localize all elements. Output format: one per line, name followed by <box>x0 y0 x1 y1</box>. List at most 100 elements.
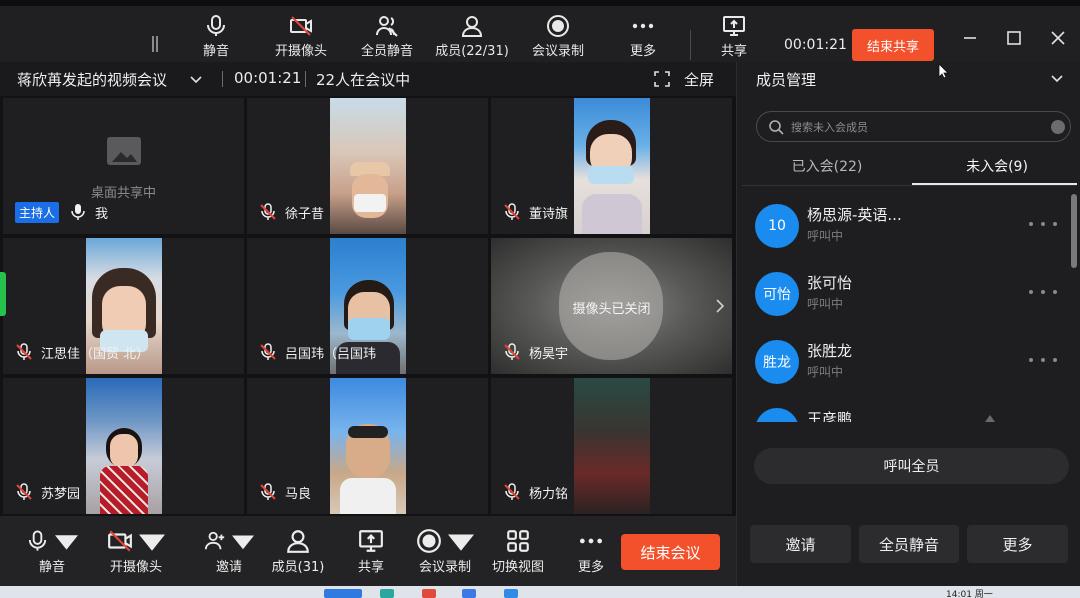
share-button[interactable]: 共享 <box>352 528 390 578</box>
taskbar-clock: 14:01 周一 <box>946 590 993 598</box>
top-share-label: 共享 <box>720 44 747 59</box>
image-placeholder-icon <box>107 137 141 165</box>
member-item[interactable]: 胜龙 张胜龙 呼叫中 <box>737 332 1080 392</box>
top-mute-all-label: 全员静音 <box>360 44 413 59</box>
switch-view-label: 切换视图 <box>491 560 544 575</box>
taskbar-app-icon[interactable] <box>462 589 476 598</box>
camera-off-icon <box>290 16 312 36</box>
tile-label: 吕国玮（吕国玮 <box>259 342 376 362</box>
caret-down-icon[interactable] <box>232 528 254 554</box>
video-grid: 桌面共享中 主持人 我 徐子昔 董诗旗 江思佳（国贸 北） 吕国玮（吕国玮 摄像… <box>0 96 736 516</box>
mic-muted-icon <box>260 483 276 500</box>
panel-title: 成员管理 <box>756 71 817 89</box>
top-mute-button[interactable]: 静音 <box>179 14 253 64</box>
more-label: 更多 <box>577 560 604 575</box>
top-mute-label: 静音 <box>202 44 229 59</box>
search-input[interactable] <box>791 117 1041 137</box>
member-list: 10 杨思源-英语... 呼叫中 可怡 张可怡 呼叫中 胜龙 张胜龙 呼叫中 王… <box>737 192 1080 422</box>
participant-name: 江思佳（国贸 北） <box>41 346 150 362</box>
tile-label: 董诗旗 <box>503 202 568 222</box>
record-icon <box>417 529 441 553</box>
tab-not-joined[interactable]: 未入会(9) <box>912 156 1080 184</box>
minimize-icon[interactable] <box>960 28 980 48</box>
grid-view-icon <box>507 530 529 552</box>
participant-name: 苏梦园 <box>41 486 81 502</box>
top-camera-button[interactable]: 开摄像头 <box>264 14 338 64</box>
chevron-down-icon[interactable] <box>1049 70 1065 86</box>
video-tile[interactable]: 徐子昔 <box>247 98 488 234</box>
member-search-box[interactable] <box>756 111 1071 142</box>
active-tab-indicator <box>912 183 1077 185</box>
fullscreen-button[interactable]: 全屏 <box>684 69 714 90</box>
maximize-icon[interactable] <box>1004 28 1024 48</box>
camera-button[interactable]: 开摄像头 <box>104 528 168 578</box>
top-record-button[interactable]: 会议录制 <box>521 14 595 64</box>
panel-invite-button[interactable]: 邀请 <box>750 525 851 563</box>
record-button[interactable]: 会议录制 <box>414 528 476 578</box>
video-tile[interactable]: 苏梦园 <box>3 378 244 514</box>
panel-more-button[interactable]: 更多 <box>967 525 1068 563</box>
top-share-button[interactable]: 共享 <box>697 14 771 64</box>
member-item[interactable]: 王彦鹏 <box>737 400 1080 422</box>
side-drawer-handle[interactable] <box>0 272 6 316</box>
mute-button[interactable]: 静音 <box>26 528 78 578</box>
member-more-icon[interactable] <box>1029 354 1057 366</box>
tile-label: 徐子昔 <box>259 202 324 222</box>
video-tile-camera-off[interactable]: 摄像头已关闭 杨昊宇 <box>491 238 732 374</box>
more-button[interactable]: 更多 <box>572 528 610 578</box>
members-button[interactable]: 成员(31) <box>270 528 326 578</box>
top-members-button[interactable]: 成员(22/31) <box>435 14 509 64</box>
clear-search-icon[interactable] <box>1051 120 1065 134</box>
caret-down-icon[interactable] <box>139 528 165 554</box>
end-share-button[interactable]: 结束共享 <box>852 29 934 61</box>
taskbar-app-icon[interactable] <box>422 589 436 598</box>
add-user-icon <box>204 531 225 550</box>
member-item[interactable]: 10 杨思源-英语... 呼叫中 <box>737 196 1080 256</box>
member-more-icon[interactable] <box>1029 218 1057 230</box>
screen-sharing-note: 桌面共享中 <box>90 186 156 201</box>
end-meeting-button[interactable]: 结束会议 <box>621 534 720 570</box>
microphone-icon <box>207 15 225 36</box>
mic-muted-icon <box>260 203 276 220</box>
taskbar-app-icon[interactable] <box>324 589 362 598</box>
video-tile[interactable]: 马良 <box>247 378 488 514</box>
call-all-button[interactable]: 呼叫全员 <box>754 448 1069 484</box>
microphone-icon <box>28 530 47 551</box>
participant-name: 董诗旗 <box>529 206 569 222</box>
chevron-down-icon[interactable] <box>188 71 204 87</box>
members-icon <box>461 16 483 37</box>
scroll-up-icon[interactable] <box>985 414 995 422</box>
member-more-icon[interactable] <box>1029 286 1057 298</box>
caret-down-icon[interactable] <box>448 528 474 554</box>
invite-button[interactable]: 邀请 <box>204 528 254 578</box>
video-tile[interactable]: 江思佳（国贸 北） <box>3 238 244 374</box>
caret-down-icon[interactable] <box>55 528 78 554</box>
video-tile[interactable]: 杨力铭 <box>491 378 732 514</box>
member-item[interactable]: 可怡 张可怡 呼叫中 <box>737 264 1080 324</box>
info-separator <box>222 71 223 87</box>
meeting-info-bar: 蒋欣苒发起的视频会议 00:01:21 22人在会议中 全屏 <box>0 62 736 96</box>
member-list-scrollbar[interactable] <box>1071 194 1077 268</box>
drag-handle[interactable] <box>152 36 162 52</box>
member-status: 呼叫中 <box>807 365 844 379</box>
close-icon[interactable] <box>1048 28 1068 48</box>
fullscreen-icon[interactable] <box>654 71 670 87</box>
top-members-label: 成员(22/31) <box>435 44 509 59</box>
video-tile[interactable]: 吕国玮（吕国玮 <box>247 238 488 374</box>
top-record-label: 会议录制 <box>531 44 584 59</box>
meeting-title[interactable]: 蒋欣苒发起的视频会议 <box>17 69 167 90</box>
taskbar-app-icon[interactable] <box>380 589 394 598</box>
top-mute-all-button[interactable]: 全员静音 <box>350 14 424 64</box>
panel-mute-all-button[interactable]: 全员静音 <box>859 525 959 563</box>
video-tile-host[interactable]: 桌面共享中 主持人 我 <box>3 98 244 234</box>
camera-off-note: 摄像头已关闭 <box>572 302 651 317</box>
chevron-right-icon[interactable] <box>715 298 725 314</box>
top-more-button[interactable]: 更多 <box>606 14 680 64</box>
taskbar-app-icon[interactable] <box>504 589 518 598</box>
tab-joined[interactable]: 已入会(22) <box>742 156 912 184</box>
video-tile[interactable]: 董诗旗 <box>491 98 732 234</box>
tile-label: 主持人 我 <box>15 201 108 223</box>
mute-all-icon <box>376 16 398 37</box>
switch-view-button[interactable]: 切换视图 <box>488 528 548 578</box>
share-screen-icon <box>359 530 383 552</box>
